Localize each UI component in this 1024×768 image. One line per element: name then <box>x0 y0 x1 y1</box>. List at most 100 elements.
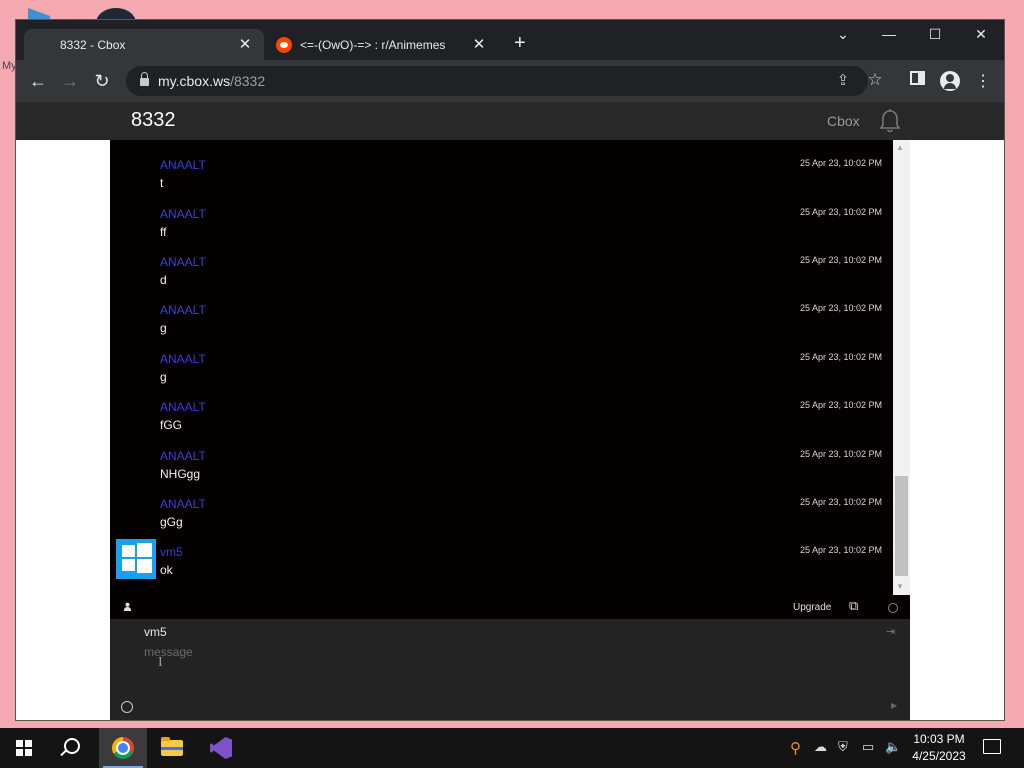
message-author[interactable]: ANAALT <box>160 449 206 463</box>
security-icon[interactable]: ⛨ <box>838 739 848 755</box>
reload-button[interactable]: ↻ <box>90 70 114 92</box>
message-input[interactable] <box>144 645 884 695</box>
message-text: ff <box>160 225 167 239</box>
upgrade-link[interactable]: Upgrade <box>793 602 831 613</box>
message-time: 25 Apr 23, 10:02 PM <box>799 207 882 217</box>
popout-icon[interactable]: ⧉ <box>849 598 858 614</box>
cbox-header: 8332 Cbox <box>16 102 1004 140</box>
message-author[interactable]: ANAALT <box>160 400 206 414</box>
message-author[interactable]: ANAALT <box>160 158 206 172</box>
minimize-button[interactable]: — <box>874 26 904 42</box>
message-text: g <box>160 370 167 384</box>
message-time: 25 Apr 23, 10:02 PM <box>799 158 882 168</box>
message-row: ANAALT g 25 Apr 23, 10:02 PM <box>110 303 893 349</box>
message-text: t <box>160 176 164 190</box>
cloud-offline-icon[interactable]: ☁ <box>814 739 827 755</box>
message-time: 25 Apr 23, 10:02 PM <box>799 352 882 362</box>
windows-logo-avatar[interactable] <box>116 539 156 579</box>
address-bar[interactable]: my.cbox.ws/8332 ⇪ ☆ <box>126 66 883 96</box>
url-path: /8332 <box>230 73 266 89</box>
message-author[interactable]: ANAALT <box>160 255 206 269</box>
taskbar-file-explorer[interactable] <box>148 728 196 768</box>
clock-date[interactable]: 4/25/2023 <box>908 749 970 763</box>
network-icon[interactable]: ▭ <box>862 739 874 755</box>
scroll-up-icon[interactable]: ▲ <box>896 143 904 152</box>
message-time: 25 Apr 23, 10:02 PM <box>799 545 882 555</box>
menu-kebab-icon[interactable]: ⋮ <box>972 71 994 91</box>
reddit-icon <box>276 37 292 53</box>
bell-icon[interactable] <box>878 108 902 134</box>
page-title: 8332 <box>131 109 176 131</box>
taskbar-chrome[interactable] <box>99 728 147 768</box>
status-circle-icon[interactable] <box>888 603 898 613</box>
message-author[interactable]: ANAALT <box>160 497 206 511</box>
send-icon[interactable]: ▶ <box>891 701 897 710</box>
message-text: ok <box>160 563 173 577</box>
maximize-button[interactable]: ☐ <box>920 26 950 43</box>
message-time: 25 Apr 23, 10:02 PM <box>799 303 882 313</box>
message-author[interactable]: ANAALT <box>160 352 206 366</box>
message-author[interactable]: vm5 <box>160 545 183 559</box>
side-panel-icon[interactable] <box>906 71 928 89</box>
message-text: g <box>160 321 167 335</box>
message-row: vm5 ok 25 Apr 23, 10:02 PM <box>110 539 893 591</box>
tab-close-icon[interactable]: ✕ <box>470 35 488 53</box>
tab-title: 8332 - Cbox <box>60 38 126 52</box>
sign-in-icon[interactable]: ⇥ <box>886 625 895 638</box>
search-magnifier-tray-icon[interactable]: ⚲ <box>790 739 801 757</box>
message-list[interactable]: ANAALT t 25 Apr 23, 10:02 PM ANAALT ff 2… <box>110 140 893 595</box>
user-icon[interactable] <box>123 602 132 611</box>
tab-strip: 8332 - Cbox ✕ <=-(OwO)-=> : r/Animemes ✕… <box>16 20 1004 60</box>
tab-reddit[interactable]: <=-(OwO)-=> : r/Animemes ✕ <box>268 29 498 60</box>
chat-box: ANAALT t 25 Apr 23, 10:02 PM ANAALT ff 2… <box>110 140 910 720</box>
name-field[interactable] <box>144 623 844 641</box>
browser-window: 8332 - Cbox ✕ <=-(OwO)-=> : r/Animemes ✕… <box>16 20 1004 720</box>
share-icon[interactable]: ⇪ <box>832 71 854 89</box>
profile-avatar-icon[interactable] <box>940 71 960 91</box>
tab-search-icon[interactable]: ⌄ <box>828 26 858 43</box>
volume-icon[interactable]: 🔈 <box>885 739 901 755</box>
url-host: my.cbox.ws <box>158 73 231 89</box>
message-row: ANAALT ff 25 Apr 23, 10:02 PM <box>110 207 893 253</box>
message-time: 25 Apr 23, 10:02 PM <box>799 449 882 459</box>
emoji-icon[interactable] <box>121 701 133 713</box>
message-time: 25 Apr 23, 10:02 PM <box>799 497 882 507</box>
message-time: 25 Apr 23, 10:02 PM <box>799 255 882 265</box>
lock-icon[interactable] <box>140 72 149 86</box>
text-cursor-icon: I <box>158 655 163 670</box>
new-tab-button[interactable]: + <box>514 33 526 53</box>
tab-close-icon[interactable]: ✕ <box>236 35 254 53</box>
message-time: 25 Apr 23, 10:02 PM <box>799 400 882 410</box>
bookmark-star-icon[interactable]: ☆ <box>864 70 886 90</box>
message-author[interactable]: ANAALT <box>160 207 206 221</box>
clock-time[interactable]: 10:03 PM <box>908 732 970 746</box>
taskbar: ⚲ ☁ ⛨ ▭ 🔈 10:03 PM 4/25/2023 <box>0 728 1024 768</box>
back-button[interactable]: ← <box>26 70 50 92</box>
desktop-icon-label: My <box>2 60 17 72</box>
message-text: gGg <box>160 515 183 529</box>
cbox-home-link[interactable]: Cbox <box>827 113 860 129</box>
close-window-button[interactable]: ✕ <box>966 26 996 43</box>
scrollbar-thumb[interactable] <box>895 476 908 576</box>
chrome-icon <box>112 737 134 759</box>
message-row: ANAALT gGg 25 Apr 23, 10:02 PM <box>110 497 893 543</box>
notification-icon[interactable] <box>983 739 1001 754</box>
scroll-down-icon[interactable]: ▼ <box>896 582 904 591</box>
url-text[interactable]: my.cbox.ws/8332 <box>158 73 265 89</box>
message-scrollbar[interactable]: ▲ ▼ <box>893 140 910 595</box>
windows-start-icon <box>16 740 32 756</box>
tab-cbox[interactable]: 8332 - Cbox ✕ <box>24 29 264 60</box>
chat-action-bar: Upgrade ⧉ <box>110 595 910 619</box>
visual-studio-icon <box>210 737 232 759</box>
message-row: ANAALT d 25 Apr 23, 10:02 PM <box>110 255 893 301</box>
tab-title: <=-(OwO)-=> : r/Animemes <box>300 38 446 52</box>
post-form: ⇥ I ▶ <box>110 619 910 720</box>
message-row: ANAALT t 25 Apr 23, 10:02 PM <box>110 158 893 204</box>
start-button[interactable] <box>0 728 48 768</box>
message-text: NHGgg <box>160 467 201 481</box>
message-author[interactable]: ANAALT <box>160 303 206 317</box>
message-row: ANAALT fGG 25 Apr 23, 10:02 PM <box>110 400 893 446</box>
taskbar-visual-studio[interactable] <box>197 728 245 768</box>
forward-button[interactable]: → <box>58 70 82 92</box>
search-button[interactable] <box>50 728 98 768</box>
